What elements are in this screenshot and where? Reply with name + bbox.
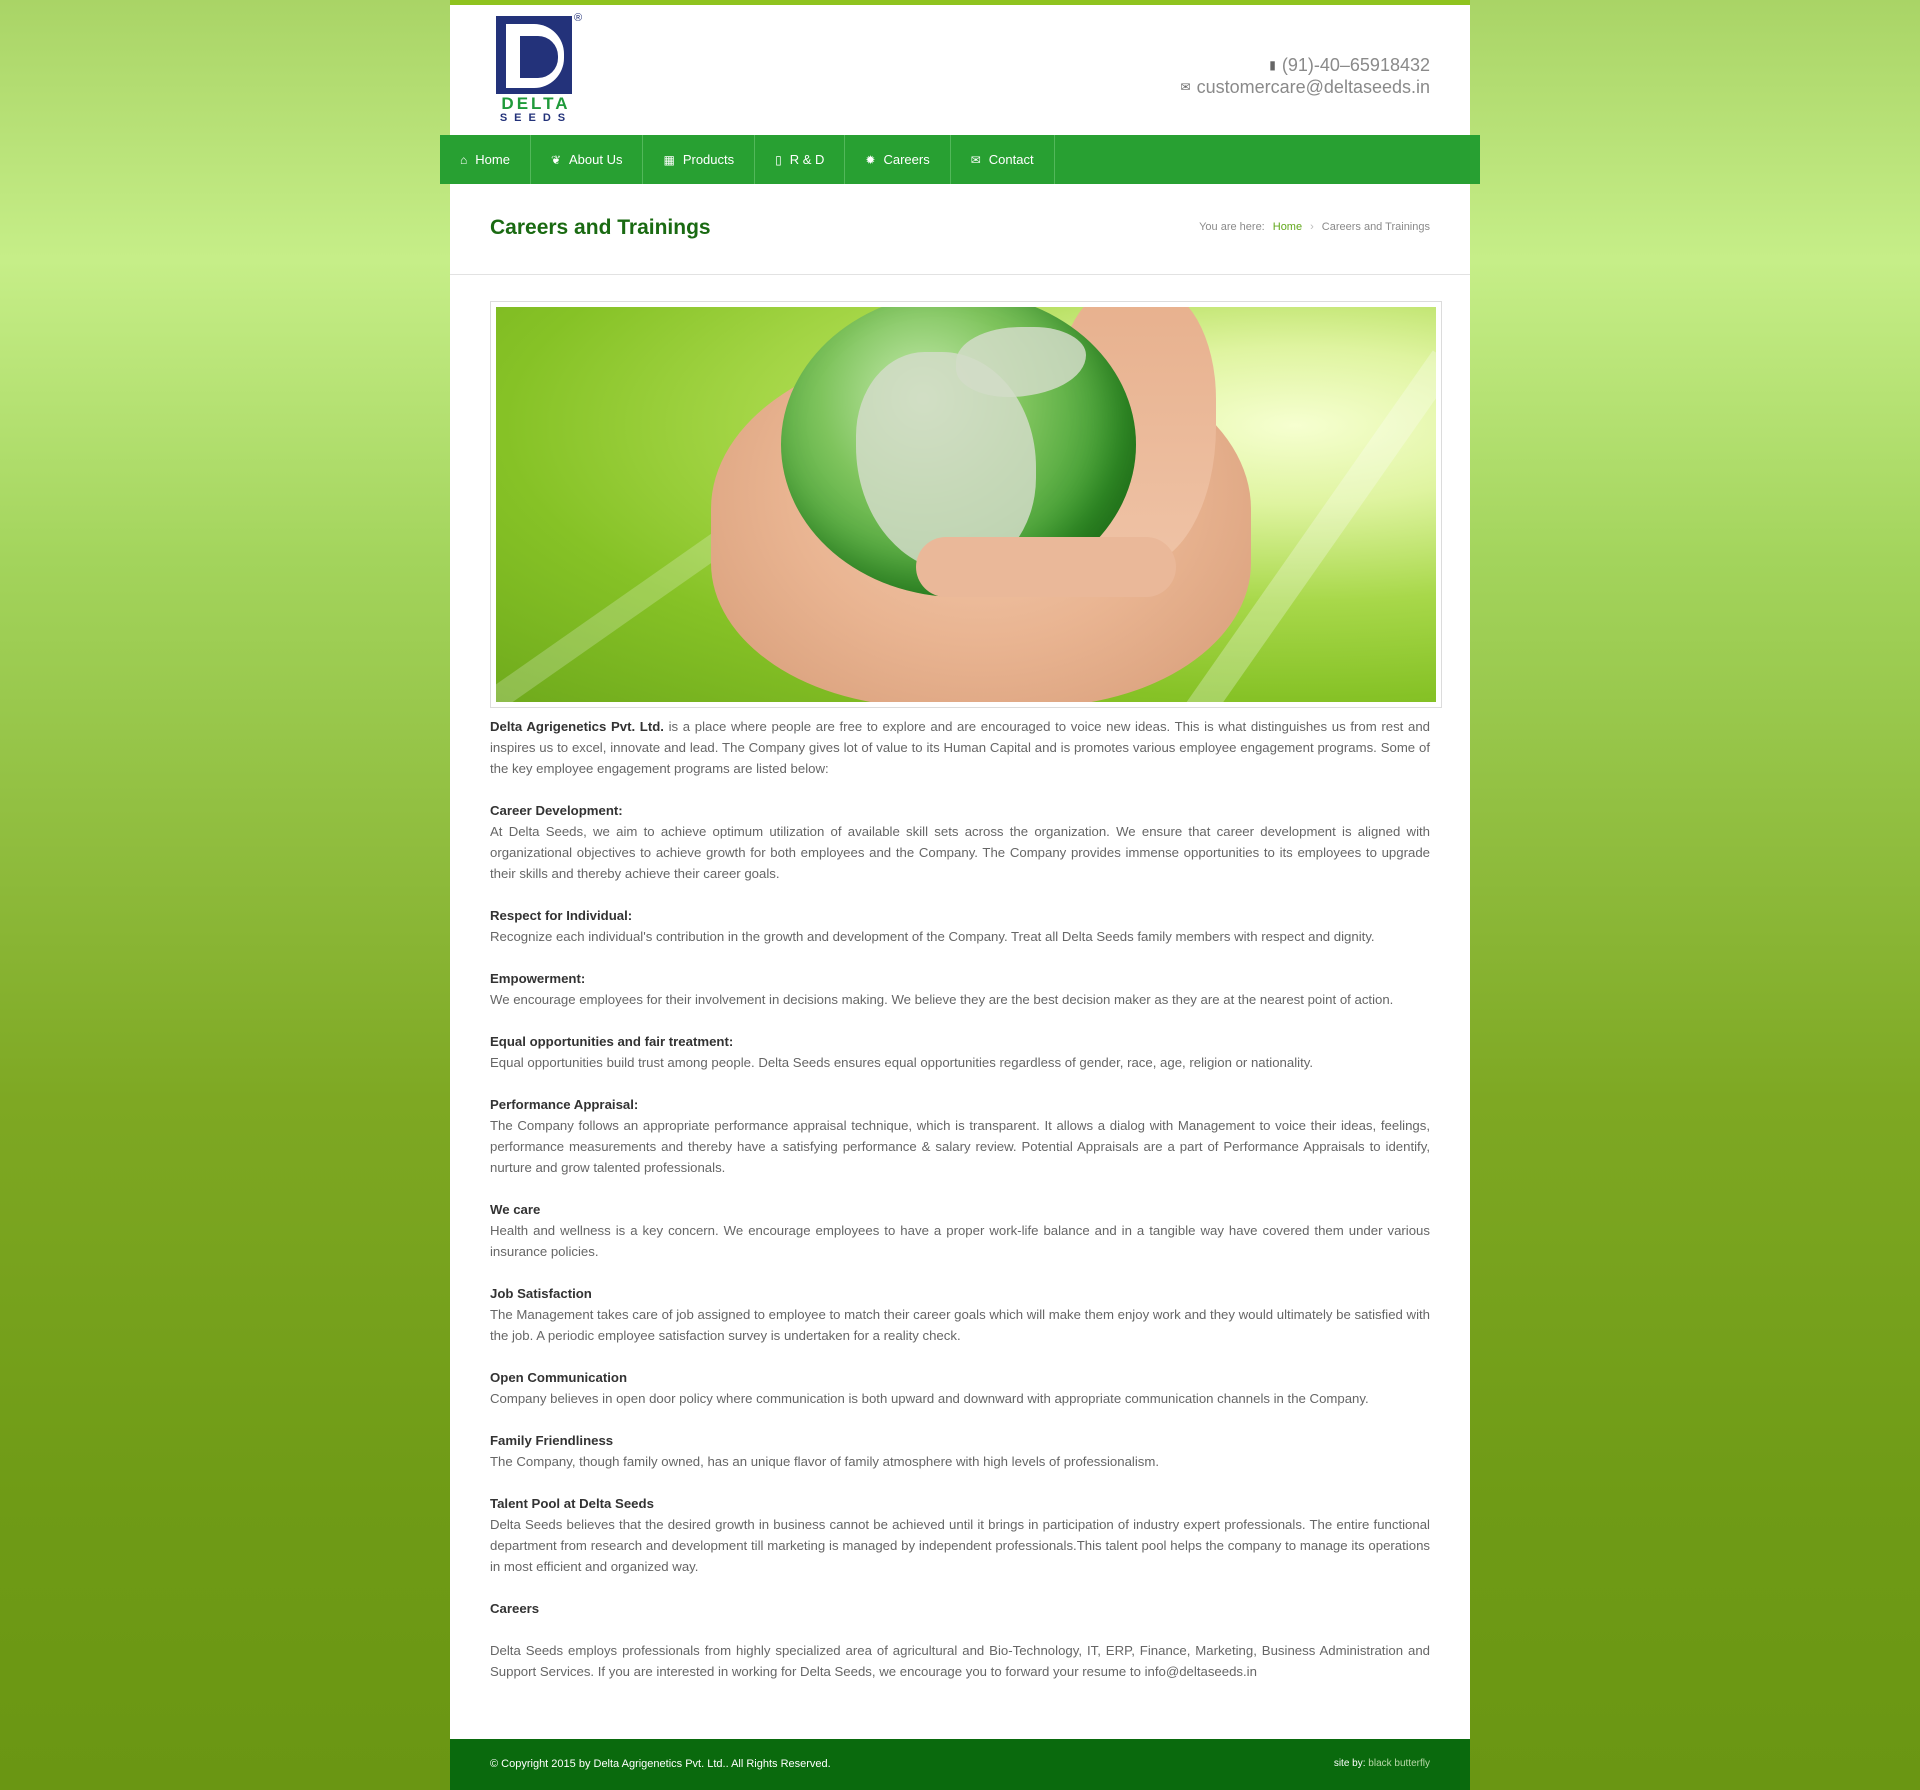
section-text: Delta Seeds believes that the desired gr… <box>490 1517 1430 1574</box>
nav-label: Products <box>682 152 735 167</box>
top-accent-line <box>450 0 1470 5</box>
page-title: Careers and Trainings <box>490 216 711 239</box>
nav-item-products[interactable]: ▦ Products <box>643 135 756 184</box>
main-navigation: ⌂ Home ❦ About Us ▦ Products ▯ R & D ✹ C… <box>440 135 1480 184</box>
book-icon: ▯ <box>775 152 782 167</box>
nav-item-contact[interactable]: ✉ Contact <box>951 135 1055 184</box>
section-heading: Equal opportunities and fair treatment: <box>490 1034 734 1049</box>
section-text: Equal opportunities build trust among pe… <box>490 1055 1314 1070</box>
careers-text: Delta Seeds employs professionals from h… <box>490 1643 1430 1679</box>
breadcrumb-separator-icon: › <box>1310 221 1314 233</box>
section-text: The Company follows an appropriate perfo… <box>490 1118 1430 1175</box>
phone-row: ▮ (91)-40–65918432 <box>1181 54 1430 76</box>
breadcrumb-prefix: You are here: <box>1199 221 1265 233</box>
nav-item-r-and-d[interactable]: ▯ R & D <box>755 135 846 184</box>
section-family-friendliness: Family Friendliness The Company, though … <box>490 1430 1430 1472</box>
grid-icon: ▦ <box>663 152 675 167</box>
nav-label: Home <box>475 152 510 167</box>
nav-item-careers[interactable]: ✹ Careers <box>845 135 951 184</box>
nav-label: About Us <box>569 152 623 167</box>
logo-text-seeds: SEEDS <box>499 112 573 124</box>
hero-image-hands-holding-globe <box>496 307 1436 702</box>
breadcrumb-current: Careers and Trainings <box>1321 221 1430 233</box>
section-heading: Careers <box>490 1601 540 1616</box>
section-text: The Company, though family owned, has an… <box>490 1454 1160 1469</box>
section-empowerment: Empowerment: We encourage employees for … <box>490 968 1430 1010</box>
site-by-link[interactable]: black butterfly <box>1368 1758 1430 1769</box>
nav-item-home[interactable]: ⌂ Home <box>440 135 531 184</box>
footer: © Copyright 2015 by Delta Agrigenetics P… <box>450 1739 1470 1790</box>
section-career-development: Career Development: At Delta Seeds, we a… <box>490 800 1430 884</box>
section-text: We encourage employees for their involve… <box>490 992 1394 1007</box>
section-talent-pool: Talent Pool at Delta Seeds Delta Seeds b… <box>490 1493 1430 1577</box>
email-row: ✉ customercare@deltaseeds.in <box>1181 76 1430 98</box>
section-open-communication: Open Communication Company believes in o… <box>490 1367 1430 1409</box>
intro-paragraph: Delta Agrigenetics Pvt. Ltd. is a place … <box>490 719 1430 776</box>
section-text: Health and wellness is a key concern. We… <box>490 1223 1430 1259</box>
section-careers: Careers <box>490 1598 1430 1619</box>
nav-label: R & D <box>789 152 825 167</box>
section-performance-appraisal: Performance Appraisal: The Company follo… <box>490 1094 1430 1178</box>
page-container: ® DELTA SEEDS ▮ (91)-40–65918432 ✉ custo… <box>440 0 1480 1790</box>
envelope-icon: ✉ <box>970 152 981 167</box>
section-heading: We care <box>490 1202 541 1217</box>
site-credit: site by: black butterfly <box>1334 1758 1430 1769</box>
company-name: Delta Agrigenetics Pvt. Ltd. <box>490 719 664 734</box>
section-respect-for-individual: Respect for Individual: Recognize each i… <box>490 905 1430 947</box>
section-text: At Delta Seeds, we aim to achieve optimu… <box>490 824 1430 881</box>
section-heading: Career Development: <box>490 803 623 818</box>
gear-icon: ✹ <box>865 152 876 167</box>
section-text: Recognize each individual's contribution… <box>490 929 1375 944</box>
header-contact: ▮ (91)-40–65918432 ✉ customercare@deltas… <box>1181 54 1430 98</box>
section-heading: Family Friendliness <box>490 1433 614 1448</box>
envelope-icon: ✉ <box>1180 80 1191 94</box>
site-by-label: site by: <box>1333 1758 1366 1769</box>
main-content: Delta Agrigenetics Pvt. Ltd. is a place … <box>490 716 1430 1682</box>
section-heading: Respect for Individual: <box>490 908 633 923</box>
email-address[interactable]: customercare@deltaseeds.in <box>1197 76 1430 98</box>
home-icon: ⌂ <box>460 152 468 167</box>
leaf-icon: ❦ <box>550 152 561 167</box>
delta-seeds-logo[interactable]: ® DELTA SEEDS <box>496 12 584 126</box>
phone-number: (91)-40–65918432 <box>1281 55 1430 75</box>
page-title-bar: Careers and Trainings You are here: Home… <box>450 184 1470 275</box>
registered-mark: ® <box>574 12 583 24</box>
breadcrumb-home-link[interactable]: Home <box>1273 221 1302 233</box>
logo-mark <box>496 16 572 94</box>
section-heading: Job Satisfaction <box>490 1286 592 1301</box>
nav-label: Careers <box>883 152 930 167</box>
nav-item-about-us[interactable]: ❦ About Us <box>531 135 644 184</box>
nav-label: Contact <box>988 152 1034 167</box>
logo-text-delta: DELTA <box>501 94 571 113</box>
section-text: The Management takes care of job assigne… <box>490 1307 1430 1343</box>
section-heading: Performance Appraisal: <box>490 1097 639 1112</box>
section-heading: Open Communication <box>490 1370 628 1385</box>
section-equal-opportunities: Equal opportunities and fair treatment: … <box>490 1031 1430 1073</box>
section-heading: Empowerment: <box>490 971 586 986</box>
section-job-satisfaction: Job Satisfaction The Management takes ca… <box>490 1283 1430 1346</box>
section-heading: Talent Pool at Delta Seeds <box>490 1496 654 1511</box>
breadcrumb: You are here: Home › Careers and Trainin… <box>1199 221 1430 233</box>
copyright-text: © Copyright 2015 by Delta Agrigenetics P… <box>490 1758 831 1770</box>
mobile-phone-icon: ▮ <box>1269 58 1276 72</box>
section-text: Company believes in open door policy whe… <box>490 1391 1369 1406</box>
hero-image-frame <box>490 301 1442 708</box>
section-we-care: We care Health and wellness is a key con… <box>490 1199 1430 1262</box>
